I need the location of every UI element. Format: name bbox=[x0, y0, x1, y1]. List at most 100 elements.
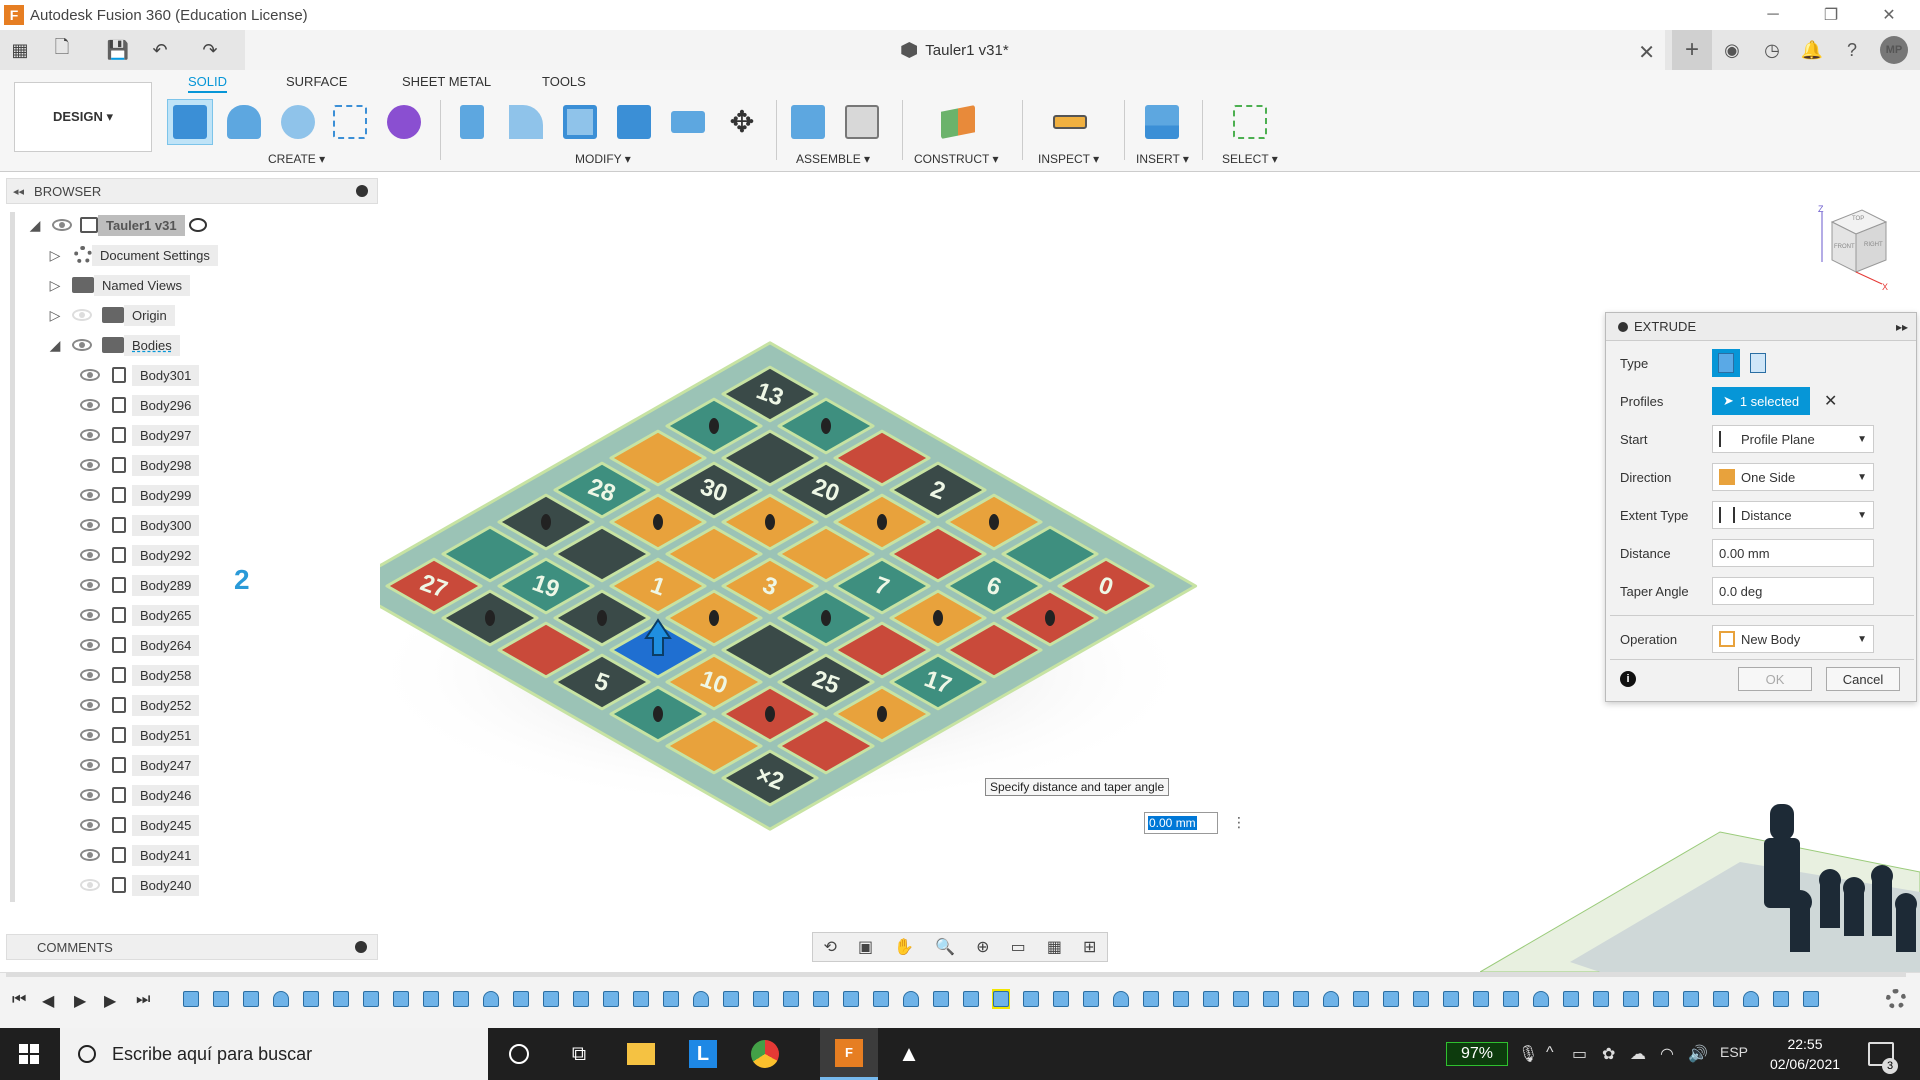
cortana-icon[interactable] bbox=[490, 1028, 548, 1080]
viewcube-top-label[interactable]: TOP bbox=[1852, 216, 1864, 222]
timeline-feature[interactable] bbox=[1502, 989, 1520, 1009]
visibility-eye-icon[interactable] bbox=[80, 699, 100, 711]
operation-dropdown[interactable]: New Body ▼ bbox=[1712, 625, 1874, 653]
visibility-eye-icon[interactable] bbox=[80, 459, 100, 471]
workspace-switcher[interactable]: DESIGN ▾ bbox=[14, 82, 152, 152]
body-row[interactable]: Body251 bbox=[80, 722, 200, 748]
timeline-feature[interactable] bbox=[1742, 989, 1760, 1009]
body-row[interactable]: Body296 bbox=[80, 392, 200, 418]
expand-triangle-icon[interactable]: ◢ bbox=[28, 217, 42, 234]
sketch-tool[interactable] bbox=[328, 100, 372, 144]
timeline-feature[interactable] bbox=[1682, 989, 1700, 1009]
ok-button[interactable]: OK bbox=[1738, 667, 1812, 691]
timeline-feature[interactable] bbox=[1622, 989, 1640, 1009]
form-tool[interactable] bbox=[382, 100, 426, 144]
press-pull-tool[interactable] bbox=[450, 100, 494, 144]
battery-indicator[interactable]: 97% bbox=[1446, 1042, 1508, 1066]
timeline-feature[interactable] bbox=[1112, 989, 1130, 1009]
timeline-feature[interactable] bbox=[392, 989, 410, 1009]
move-copy-tool[interactable]: ✥ bbox=[720, 100, 764, 144]
timeline-feature[interactable] bbox=[1142, 989, 1160, 1009]
tree-node-named-views[interactable]: ▷ Named Views bbox=[48, 272, 190, 298]
info-icon[interactable]: i bbox=[1620, 671, 1636, 687]
visibility-eye-icon[interactable] bbox=[80, 549, 100, 561]
window-select-tool[interactable] bbox=[1228, 100, 1272, 144]
timeline-feature[interactable] bbox=[302, 989, 320, 1009]
timeline-feature[interactable] bbox=[812, 989, 830, 1009]
distance-input[interactable]: 0.00 mm bbox=[1712, 539, 1874, 567]
body-row[interactable]: Body299 bbox=[80, 482, 200, 508]
inline-distance-input[interactable]: 0.00 mm bbox=[1144, 812, 1218, 834]
l-app-icon[interactable]: L bbox=[674, 1028, 732, 1080]
taper-angle-input[interactable]: 0.0 deg bbox=[1712, 577, 1874, 605]
more-options-icon[interactable]: ⋮ bbox=[1232, 814, 1246, 831]
visibility-eye-icon[interactable] bbox=[80, 789, 100, 801]
visibility-eye-icon[interactable] bbox=[80, 579, 100, 591]
visibility-eye-icon[interactable] bbox=[80, 429, 100, 441]
cancel-button[interactable]: Cancel bbox=[1826, 667, 1900, 691]
timeline-feature[interactable] bbox=[182, 989, 200, 1009]
timeline-feature[interactable] bbox=[422, 989, 440, 1009]
shell-tool[interactable] bbox=[558, 100, 602, 144]
timeline-feature[interactable] bbox=[872, 989, 890, 1009]
app-tray-icon[interactable]: ✿ bbox=[1602, 1044, 1615, 1064]
volume-icon[interactable]: 🔊 bbox=[1688, 1044, 1708, 1064]
tree-node-origin[interactable]: ▷ Origin bbox=[48, 302, 175, 328]
timeline-feature[interactable] bbox=[1202, 989, 1220, 1009]
timeline-feature[interactable] bbox=[572, 989, 590, 1009]
timeline-feature[interactable] bbox=[662, 989, 680, 1009]
body-row[interactable]: Body298 bbox=[80, 452, 200, 478]
go-to-start-icon[interactable]: ⏮ bbox=[12, 991, 26, 1009]
timeline-feature[interactable] bbox=[902, 989, 920, 1009]
timeline-feature[interactable] bbox=[782, 989, 800, 1009]
panel-options-icon[interactable] bbox=[356, 185, 368, 197]
taskbar-clock[interactable]: 22:55 02/06/2021 bbox=[1760, 1034, 1850, 1074]
orbit-icon[interactable]: ⟲ bbox=[824, 937, 837, 957]
step-back-icon[interactable]: ◀ bbox=[42, 991, 54, 1011]
insert-canvas-tool[interactable] bbox=[1140, 100, 1184, 144]
timeline-feature[interactable] bbox=[1472, 989, 1490, 1009]
create-menu[interactable]: CREATE ▾ bbox=[268, 152, 325, 166]
go-to-end-icon[interactable]: ⏭ bbox=[136, 991, 150, 1009]
help-icon[interactable]: ? bbox=[1832, 30, 1872, 70]
redo-icon[interactable]: ↷ bbox=[198, 38, 222, 62]
offset-face-tool[interactable] bbox=[666, 100, 710, 144]
visibility-eye-icon[interactable] bbox=[80, 519, 100, 531]
user-avatar[interactable]: MP bbox=[1880, 36, 1908, 64]
file-explorer-icon[interactable] bbox=[612, 1028, 670, 1080]
expand-triangle-icon[interactable]: ▷ bbox=[48, 247, 62, 264]
timeline-feature[interactable] bbox=[1592, 989, 1610, 1009]
play-icon[interactable]: ▶ bbox=[74, 991, 86, 1011]
wifi-icon[interactable]: ◠ bbox=[1660, 1044, 1674, 1064]
taskbar-search[interactable]: Escribe aquí para buscar bbox=[60, 1028, 488, 1080]
new-component-assemble-tool[interactable] bbox=[786, 100, 830, 144]
body-row[interactable]: Body252 bbox=[80, 692, 200, 718]
language-indicator[interactable]: ESP bbox=[1720, 1044, 1748, 1060]
zoom-icon[interactable]: 🔍 bbox=[935, 937, 955, 957]
timeline-feature[interactable] bbox=[752, 989, 770, 1009]
timeline-feature[interactable] bbox=[602, 989, 620, 1009]
look-at-icon[interactable]: ▣ bbox=[858, 937, 873, 957]
viewports-icon[interactable]: ⊞ bbox=[1083, 937, 1096, 957]
timeline-feature[interactable] bbox=[1082, 989, 1100, 1009]
extent-type-dropdown[interactable]: Distance ▼ bbox=[1712, 501, 1874, 529]
restore-button[interactable]: ❐ bbox=[1802, 0, 1860, 30]
tray-chevron-up-icon[interactable]: ^ bbox=[1546, 1044, 1554, 1062]
expand-triangle-icon[interactable]: ▷ bbox=[48, 307, 62, 324]
body-row[interactable]: Body292 bbox=[80, 542, 200, 568]
timeline-feature[interactable] bbox=[842, 989, 860, 1009]
file-menu-icon[interactable]: 🗋 bbox=[50, 37, 74, 62]
timeline-feature[interactable] bbox=[542, 989, 560, 1009]
visibility-eye-icon[interactable] bbox=[80, 879, 100, 891]
type-extrude-button[interactable] bbox=[1712, 349, 1740, 377]
timeline-feature[interactable] bbox=[1262, 989, 1280, 1009]
body-row[interactable]: Body258 bbox=[80, 662, 200, 688]
tab-solid[interactable]: SOLID bbox=[188, 74, 228, 93]
visibility-eye-icon[interactable] bbox=[52, 219, 72, 231]
visibility-eye-icon[interactable] bbox=[80, 639, 100, 651]
timeline-feature[interactable] bbox=[932, 989, 950, 1009]
body-row[interactable]: Body265 bbox=[80, 602, 200, 628]
direction-dropdown[interactable]: One Side ▼ bbox=[1712, 463, 1874, 491]
start-dropdown[interactable]: Profile Plane ▼ bbox=[1712, 425, 1874, 453]
visibility-eye-icon[interactable] bbox=[80, 609, 100, 621]
